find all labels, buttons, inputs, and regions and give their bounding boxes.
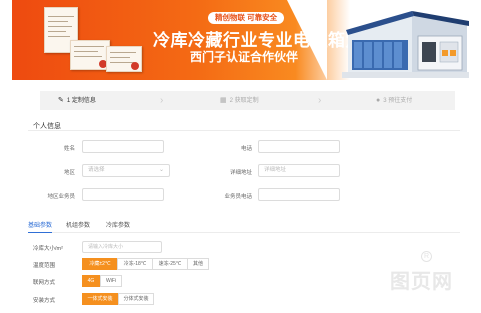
phone-label: 电话 [240, 146, 252, 152]
temp-option-other[interactable]: 其他 [187, 258, 209, 270]
param-tabs: 基础参数 机组参数 冷库参数 [28, 220, 460, 233]
size-label: 冷库大小/m² [33, 246, 63, 252]
agent-label: 地区业务员 [47, 194, 75, 200]
address-placeholder: 详细地址 [264, 167, 287, 173]
progress-steps: ✎ 1 定制信息 › ▦ 2 获取定制 › ● 3 预往支付 [40, 91, 455, 110]
network-label: 联网方式 [33, 280, 56, 286]
region-label: 地区 [63, 170, 75, 176]
step-label: 1 定制信息 [66, 98, 96, 104]
banner-tag: 精创物联 可靠安全 [208, 12, 285, 24]
region-placeholder: 请选择 [88, 167, 105, 173]
step-get-customization[interactable]: ▦ 2 获取定制 [220, 91, 259, 110]
tab-basic-params[interactable]: 基础参数 [28, 220, 53, 233]
temp-range-label: 温度范围 [33, 263, 56, 269]
name-input[interactable] [82, 140, 164, 153]
step-customize-info[interactable]: ✎ 1 定制信息 [58, 91, 96, 110]
agent-input[interactable] [82, 188, 164, 201]
size-placeholder: 请输入冷库大小 [88, 244, 124, 250]
agent-phone-input[interactable] [258, 188, 340, 201]
chevron-right-icon: › [160, 95, 164, 106]
watermark-text: 图页网 [390, 271, 453, 293]
edit-icon: ✎ [58, 97, 64, 104]
address-label: 详细地址 [229, 170, 252, 176]
registered-mark: R [421, 251, 432, 262]
name-label: 姓名 [63, 146, 75, 152]
tab-unit-params[interactable]: 机组参数 [66, 220, 90, 233]
network-option-wifi[interactable]: WiFi [100, 275, 122, 287]
step-label: 3 预往支付 [383, 98, 413, 104]
address-input[interactable]: 详细地址 [258, 164, 340, 177]
chevron-right-icon: › [318, 95, 322, 106]
step-payment[interactable]: ● 3 预往支付 [376, 91, 412, 110]
certificate-image-3 [106, 46, 142, 72]
divider [28, 130, 460, 131]
region-select[interactable]: 请选择 ⌄ [82, 164, 170, 177]
temp-option-quick-freeze[interactable]: 速冻-25℃ [152, 258, 188, 270]
install-label: 安装方式 [33, 298, 56, 304]
cold-storage-building-image [342, 11, 469, 78]
banner-subtitle: 西门子认证合作伙伴 [190, 50, 299, 64]
promo-banner[interactable]: 精创物联 可靠安全 冷库冷藏行业专业电控箱定制 西门子认证合作伙伴 [12, 0, 469, 80]
step-label: 2 获取定制 [229, 98, 259, 104]
circle-icon: ● [376, 97, 381, 104]
install-option-split[interactable]: 分体式安装 [118, 293, 154, 305]
certificate-image-2 [70, 40, 110, 70]
tab-cold-storage-params[interactable]: 冷库参数 [106, 220, 130, 233]
network-option-4g[interactable]: 4G [82, 275, 100, 287]
temp-option-chill[interactable]: 冷藏±2℃ [82, 258, 118, 270]
list-icon: ▦ [220, 97, 227, 104]
temp-option-freeze[interactable]: 冷冻-18℃ [117, 258, 153, 270]
size-input[interactable]: 请输入冷库大小 [82, 241, 162, 253]
chevron-down-icon: ⌄ [158, 167, 164, 173]
install-option-integrated[interactable]: 一体式安装 [82, 293, 118, 305]
phone-input[interactable] [258, 140, 340, 153]
agent-phone-label: 业务员电话 [224, 194, 252, 200]
